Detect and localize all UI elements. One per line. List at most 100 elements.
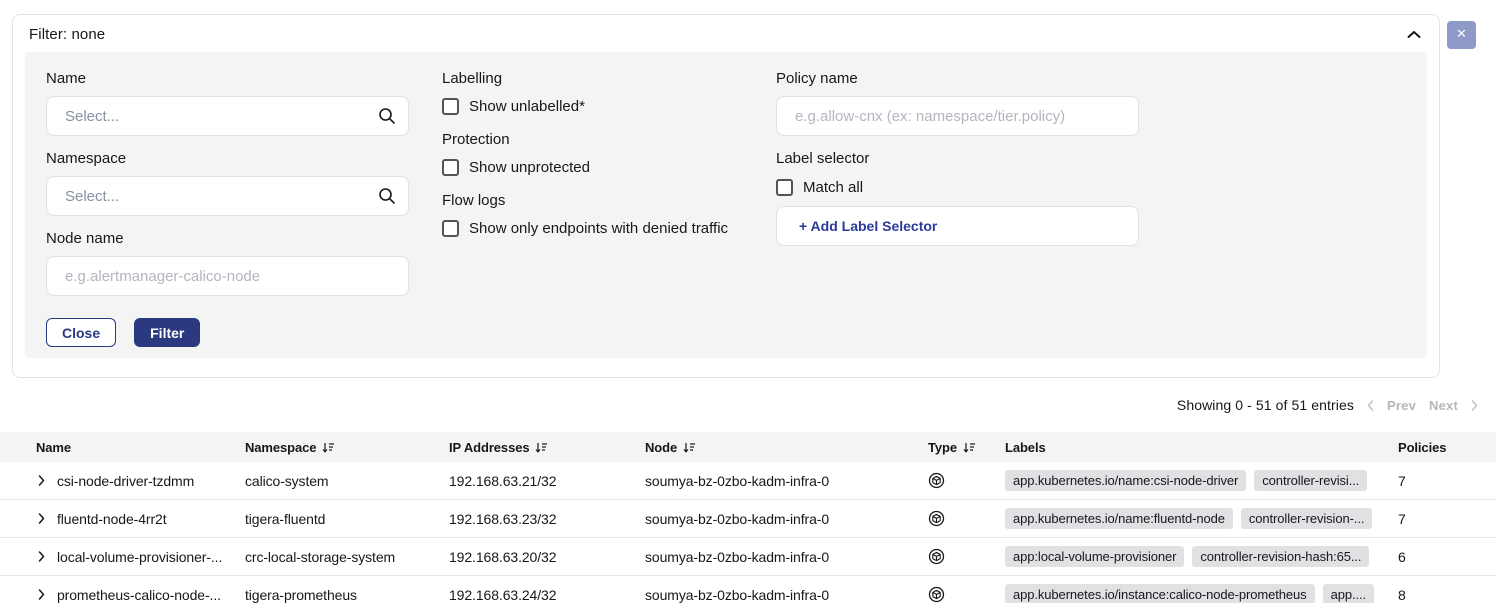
policies-count: 6 bbox=[1398, 549, 1496, 565]
expand-chevron-icon[interactable] bbox=[38, 551, 45, 562]
denied-traffic-row: Show only endpoints with denied traffic bbox=[442, 220, 743, 237]
column-header-labels[interactable]: Labels bbox=[1005, 440, 1398, 455]
policy-name-field-label: Policy name bbox=[776, 70, 1139, 87]
label-badge[interactable]: app.... bbox=[1323, 584, 1374, 603]
endpoint-ip: 192.168.63.20/32 bbox=[449, 549, 645, 565]
name-select-input[interactable] bbox=[46, 96, 409, 136]
entries-summary: Showing 0 - 51 of 51 entries bbox=[1177, 397, 1354, 413]
filter-button[interactable]: Filter bbox=[134, 318, 200, 347]
flow-logs-section-label: Flow logs bbox=[442, 192, 743, 209]
table-row[interactable]: prometheus-calico-node-... tigera-promet… bbox=[0, 576, 1496, 603]
show-unlabelled-checkbox[interactable] bbox=[442, 98, 459, 115]
labelling-section-label: Labelling bbox=[442, 70, 743, 87]
prev-page-link[interactable]: Prev bbox=[1387, 398, 1416, 413]
endpoint-node: soumya-bz-0zbo-kadm-infra-0 bbox=[645, 549, 928, 565]
match-all-checkbox[interactable] bbox=[776, 179, 793, 196]
pod-type-icon bbox=[928, 510, 945, 527]
denied-traffic-label: Show only endpoints with denied traffic bbox=[469, 220, 728, 237]
expand-chevron-icon[interactable] bbox=[38, 513, 45, 524]
column-header-type[interactable]: Type bbox=[928, 440, 1005, 455]
label-badge[interactable]: app.kubernetes.io/name:fluentd-node bbox=[1005, 508, 1233, 529]
filter-column-middle: Labelling Show unlabelled* Protection Sh… bbox=[442, 70, 743, 347]
denied-traffic-checkbox[interactable] bbox=[442, 220, 459, 237]
expand-chevron-icon[interactable] bbox=[38, 589, 45, 600]
namespace-select-wrap bbox=[46, 176, 409, 216]
endpoint-namespace: crc-local-storage-system bbox=[245, 549, 449, 565]
pagination: Showing 0 - 51 of 51 entries Prev Next bbox=[1177, 397, 1478, 413]
filter-column-left: Name Namespace Node name bbox=[46, 70, 409, 347]
show-unprotected-checkbox[interactable] bbox=[442, 159, 459, 176]
endpoint-name: fluentd-node-4rr2t bbox=[57, 511, 167, 527]
show-unlabelled-row: Show unlabelled* bbox=[442, 98, 743, 115]
next-page-link[interactable]: Next bbox=[1429, 398, 1458, 413]
filter-column-right: Policy name Label selector Match all + A… bbox=[776, 70, 1139, 347]
name-field-label: Name bbox=[46, 70, 409, 87]
close-icon: ✕ bbox=[1456, 27, 1467, 42]
policies-count: 8 bbox=[1398, 587, 1496, 603]
endpoint-node: soumya-bz-0zbo-kadm-infra-0 bbox=[645, 587, 928, 603]
name-select-wrap bbox=[46, 96, 409, 136]
table-row[interactable]: local-volume-provisioner-... crc-local-s… bbox=[0, 538, 1496, 576]
column-header-name[interactable]: Name bbox=[0, 440, 245, 455]
dismiss-panel-button[interactable]: ✕ bbox=[1447, 21, 1476, 49]
match-all-label: Match all bbox=[803, 179, 863, 196]
next-chevron-icon[interactable] bbox=[1471, 400, 1478, 411]
column-header-node[interactable]: Node bbox=[645, 440, 928, 455]
pod-type-icon bbox=[928, 472, 945, 489]
expand-chevron-icon[interactable] bbox=[38, 475, 45, 486]
label-badge[interactable]: app.kubernetes.io/instance:calico-node-p… bbox=[1005, 584, 1315, 603]
sort-icon[interactable] bbox=[535, 441, 548, 454]
table-row[interactable]: csi-node-driver-tzdmm calico-system 192.… bbox=[0, 462, 1496, 500]
column-header-policies[interactable]: Policies bbox=[1398, 440, 1496, 455]
policy-name-input-wrap bbox=[776, 96, 1139, 136]
show-unlabelled-label: Show unlabelled* bbox=[469, 98, 585, 115]
filter-panel-header: Filter: none bbox=[13, 15, 1439, 52]
endpoint-ip: 192.168.63.24/32 bbox=[449, 587, 645, 603]
policy-name-input[interactable] bbox=[776, 96, 1139, 136]
column-header-namespace[interactable]: Namespace bbox=[245, 440, 449, 455]
label-badge[interactable]: controller-revisi... bbox=[1254, 470, 1367, 491]
pod-type-icon bbox=[928, 586, 945, 603]
node-name-field-label: Node name bbox=[46, 230, 409, 247]
sort-icon[interactable] bbox=[322, 441, 335, 454]
column-header-ip-addresses[interactable]: IP Addresses bbox=[449, 440, 645, 455]
filter-title: Filter: none bbox=[29, 26, 105, 43]
node-name-input[interactable] bbox=[46, 256, 409, 296]
sort-icon[interactable] bbox=[963, 441, 976, 454]
close-button[interactable]: Close bbox=[46, 318, 116, 347]
endpoint-node: soumya-bz-0zbo-kadm-infra-0 bbox=[645, 473, 928, 489]
page: Filter: none Name Namespace bbox=[0, 0, 1496, 603]
sort-icon[interactable] bbox=[683, 441, 696, 454]
endpoints-table: Name Namespace IP Addresses bbox=[0, 432, 1496, 603]
endpoint-namespace: tigera-fluentd bbox=[245, 511, 449, 527]
endpoint-ip: 192.168.63.23/32 bbox=[449, 511, 645, 527]
table-header-row: Name Namespace IP Addresses bbox=[0, 432, 1496, 462]
endpoint-namespace: tigera-prometheus bbox=[245, 587, 449, 603]
label-badge[interactable]: controller-revision-hash:65... bbox=[1192, 546, 1369, 567]
show-unprotected-row: Show unprotected bbox=[442, 159, 743, 176]
add-label-selector-button[interactable]: + Add Label Selector bbox=[776, 206, 1139, 246]
policies-count: 7 bbox=[1398, 511, 1496, 527]
filter-form: Name Namespace Node name bbox=[25, 52, 1427, 358]
endpoint-name: local-volume-provisioner-... bbox=[57, 549, 222, 565]
table-row[interactable]: fluentd-node-4rr2t tigera-fluentd 192.16… bbox=[0, 500, 1496, 538]
node-name-input-wrap bbox=[46, 256, 409, 296]
label-badge[interactable]: app.kubernetes.io/name:csi-node-driver bbox=[1005, 470, 1246, 491]
filter-panel: Filter: none Name Namespace bbox=[12, 14, 1440, 378]
search-icon[interactable] bbox=[378, 187, 396, 205]
policies-count: 7 bbox=[1398, 473, 1496, 489]
match-all-row: Match all bbox=[776, 179, 1139, 196]
prev-chevron-icon[interactable] bbox=[1367, 400, 1374, 411]
collapse-chevron-up-icon[interactable] bbox=[1407, 30, 1421, 39]
endpoint-ip: 192.168.63.21/32 bbox=[449, 473, 645, 489]
pod-type-icon bbox=[928, 548, 945, 565]
show-unprotected-label: Show unprotected bbox=[469, 159, 590, 176]
namespace-field-label: Namespace bbox=[46, 150, 409, 167]
label-badge[interactable]: app:local-volume-provisioner bbox=[1005, 546, 1184, 567]
endpoint-name: prometheus-calico-node-... bbox=[57, 587, 221, 603]
filter-actions: Close Filter bbox=[46, 318, 409, 347]
label-badge[interactable]: controller-revision-... bbox=[1241, 508, 1372, 529]
search-icon[interactable] bbox=[378, 107, 396, 125]
endpoint-node: soumya-bz-0zbo-kadm-infra-0 bbox=[645, 511, 928, 527]
namespace-select-input[interactable] bbox=[46, 176, 409, 216]
